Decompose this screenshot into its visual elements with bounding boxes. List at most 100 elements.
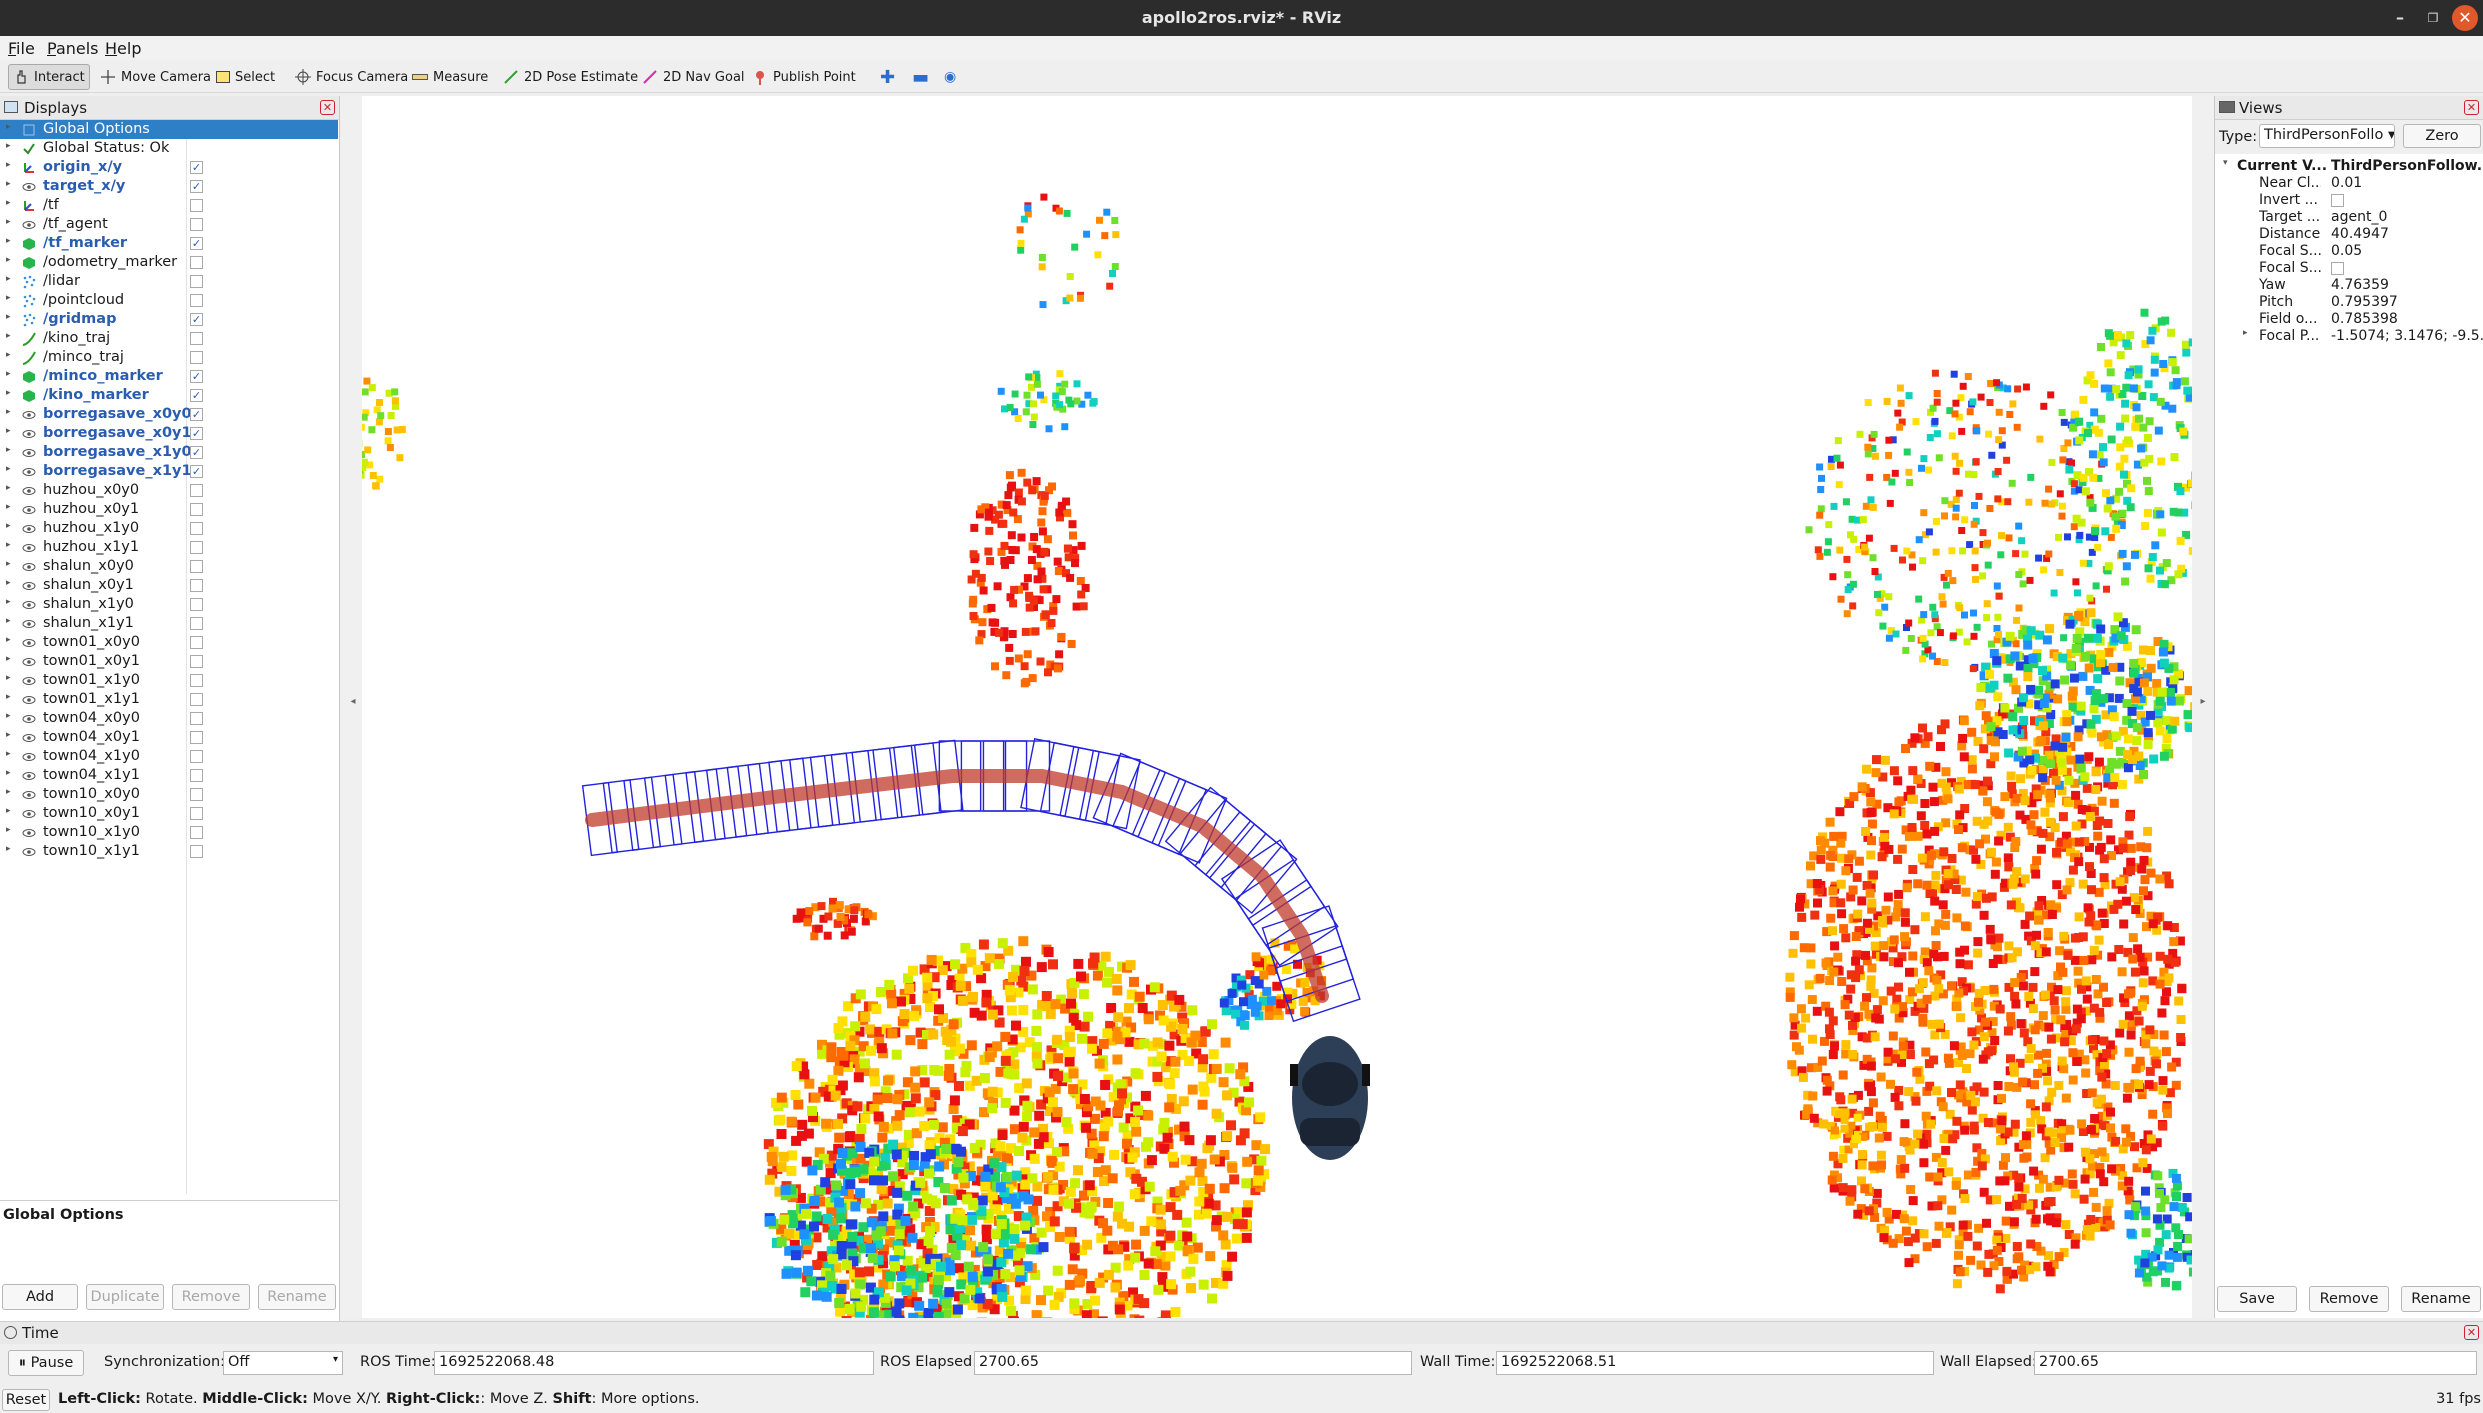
add-button[interactable]: Add: [2, 1284, 78, 1310]
expand-arrow-icon[interactable]: ▸: [6, 274, 11, 284]
display-enable-checkbox[interactable]: [190, 218, 203, 231]
maximize-icon[interactable]: ❐: [2420, 5, 2446, 31]
display-enable-checkbox[interactable]: ✓: [190, 370, 203, 383]
display-item[interactable]: ▸borregasave_x1y0✓: [0, 443, 338, 462]
expand-arrow-icon[interactable]: ▸: [6, 312, 11, 322]
expand-arrow-icon[interactable]: ▸: [6, 540, 11, 550]
tool-properties-icon[interactable]: ◉: [940, 64, 960, 90]
expand-arrow-icon[interactable]: ▸: [6, 673, 11, 683]
expand-arrow-icon[interactable]: ▸: [6, 331, 11, 341]
expand-arrow-icon[interactable]: ▸: [6, 445, 11, 455]
display-item[interactable]: ▸borregasave_x1y1✓: [0, 462, 338, 481]
display-item[interactable]: ▸target_x/y✓: [0, 177, 338, 196]
measure-tool[interactable]: Measure: [408, 64, 492, 90]
expand-arrow-icon[interactable]: ▸: [6, 179, 11, 189]
expand-arrow-icon[interactable]: ▸: [6, 616, 11, 626]
display-enable-checkbox[interactable]: [190, 256, 203, 269]
add-tool-icon[interactable]: ✚: [876, 64, 899, 90]
display-item[interactable]: ▸/pointcloud: [0, 291, 338, 310]
view-property-row[interactable]: Yaw4.76359: [2215, 277, 2483, 294]
display-enable-checkbox[interactable]: [190, 712, 203, 725]
close-views-icon[interactable]: ✕: [2464, 100, 2479, 115]
right-splitter[interactable]: ▸: [2192, 96, 2214, 1318]
display-item[interactable]: ▸/kino_marker✓: [0, 386, 338, 405]
collapse-icon[interactable]: ▾: [2223, 158, 2228, 168]
interact-tool[interactable]: Interact: [8, 64, 90, 90]
expand-arrow-icon[interactable]: ▸: [6, 787, 11, 797]
expand-arrow-icon[interactable]: ▸: [6, 768, 11, 778]
expand-arrow-icon[interactable]: ▸: [6, 730, 11, 740]
view-property-checkbox[interactable]: [2331, 194, 2344, 207]
rename-button[interactable]: Rename: [258, 1284, 336, 1310]
display-enable-checkbox[interactable]: [190, 826, 203, 839]
view-property-row[interactable]: Near Cl...0.01: [2215, 175, 2483, 192]
display-enable-checkbox[interactable]: [190, 503, 203, 516]
display-enable-checkbox[interactable]: ✓: [190, 427, 203, 440]
render-viewport[interactable]: [362, 96, 2192, 1318]
display-enable-checkbox[interactable]: ✓: [190, 313, 203, 326]
expand-arrow-icon[interactable]: ▸: [6, 483, 11, 493]
expand-arrow-icon[interactable]: ▸: [6, 692, 11, 702]
menu-file[interactable]: File: [8, 39, 35, 58]
display-enable-checkbox[interactable]: [190, 636, 203, 649]
display-item[interactable]: ▸town04_x1y1: [0, 766, 338, 785]
focus-camera-tool[interactable]: Focus Camera: [291, 64, 412, 90]
display-item[interactable]: ▸/kino_traj: [0, 329, 338, 348]
expand-arrow-icon[interactable]: ▸: [6, 597, 11, 607]
expand-arrow-icon[interactable]: ▸: [6, 160, 11, 170]
display-item[interactable]: ▸shalun_x0y1: [0, 576, 338, 595]
remove-view-button[interactable]: Remove: [2309, 1286, 2389, 1312]
display-enable-checkbox[interactable]: ✓: [190, 180, 203, 193]
display-enable-checkbox[interactable]: [190, 788, 203, 801]
expand-arrow-icon[interactable]: ▸: [6, 559, 11, 569]
display-enable-checkbox[interactable]: [190, 560, 203, 573]
expand-arrow-icon[interactable]: ▸: [2243, 328, 2248, 338]
current-view-row[interactable]: ▾ Current V... ThirdPersonFollow...: [2215, 158, 2483, 175]
display-item[interactable]: ▸town10_x1y1: [0, 842, 338, 861]
zero-button[interactable]: Zero: [2403, 124, 2481, 148]
reset-button[interactable]: Reset: [2, 1389, 50, 1411]
display-enable-checkbox[interactable]: ✓: [190, 389, 203, 402]
rename-view-button[interactable]: Rename: [2401, 1286, 2481, 1312]
display-item[interactable]: ▸Global Status: Ok: [0, 139, 338, 158]
wall-time-field[interactable]: 1692522068.51: [1496, 1351, 1934, 1375]
close-icon[interactable]: ✕: [2452, 5, 2478, 31]
display-enable-checkbox[interactable]: [190, 484, 203, 497]
nav-goal-tool[interactable]: 2D Nav Goal: [638, 64, 749, 90]
display-item[interactable]: ▸town01_x0y1: [0, 652, 338, 671]
display-item[interactable]: ▸town10_x0y1: [0, 804, 338, 823]
display-enable-checkbox[interactable]: [190, 522, 203, 535]
view-property-row[interactable]: Focal S...0.05: [2215, 243, 2483, 260]
display-item[interactable]: ▸/lidar: [0, 272, 338, 291]
expand-arrow-icon[interactable]: ▸: [6, 350, 11, 360]
duplicate-button[interactable]: Duplicate: [86, 1284, 164, 1310]
display-item[interactable]: ▸/minco_traj: [0, 348, 338, 367]
close-panel-icon[interactable]: ✕: [320, 100, 335, 115]
display-enable-checkbox[interactable]: ✓: [190, 408, 203, 421]
display-enable-checkbox[interactable]: [190, 845, 203, 858]
display-enable-checkbox[interactable]: [190, 807, 203, 820]
display-enable-checkbox[interactable]: [190, 750, 203, 763]
display-item[interactable]: ▸/tf_marker✓: [0, 234, 338, 253]
display-enable-checkbox[interactable]: ✓: [190, 465, 203, 478]
expand-arrow-icon[interactable]: ▸: [6, 635, 11, 645]
remove-button[interactable]: Remove: [172, 1284, 250, 1310]
display-item[interactable]: ▸town01_x0y0: [0, 633, 338, 652]
expand-arrow-icon[interactable]: ▸: [6, 502, 11, 512]
view-property-row[interactable]: Focal P...▸-1.5074; 3.1476; -9.5...: [2215, 328, 2483, 345]
save-view-button[interactable]: Save: [2217, 1286, 2297, 1312]
display-item[interactable]: ▸shalun_x1y1: [0, 614, 338, 633]
view-property-row[interactable]: Pitch0.795397: [2215, 294, 2483, 311]
display-item[interactable]: ▸huzhou_x0y0: [0, 481, 338, 500]
display-item[interactable]: ▸/odometry_marker: [0, 253, 338, 272]
expand-arrow-icon[interactable]: ▸: [6, 141, 11, 151]
expand-arrow-icon[interactable]: ▸: [6, 654, 11, 664]
display-item[interactable]: ▸town10_x0y0: [0, 785, 338, 804]
pause-button[interactable]: ⏸ Pause: [8, 1350, 84, 1376]
minimize-icon[interactable]: –: [2387, 5, 2413, 31]
move-camera-tool[interactable]: Move Camera: [96, 64, 215, 90]
view-property-row[interactable]: Field o...0.785398: [2215, 311, 2483, 328]
display-item[interactable]: ▸origin_x/y✓: [0, 158, 338, 177]
display-item[interactable]: ▸town01_x1y0: [0, 671, 338, 690]
view-property-row[interactable]: Distance40.4947: [2215, 226, 2483, 243]
